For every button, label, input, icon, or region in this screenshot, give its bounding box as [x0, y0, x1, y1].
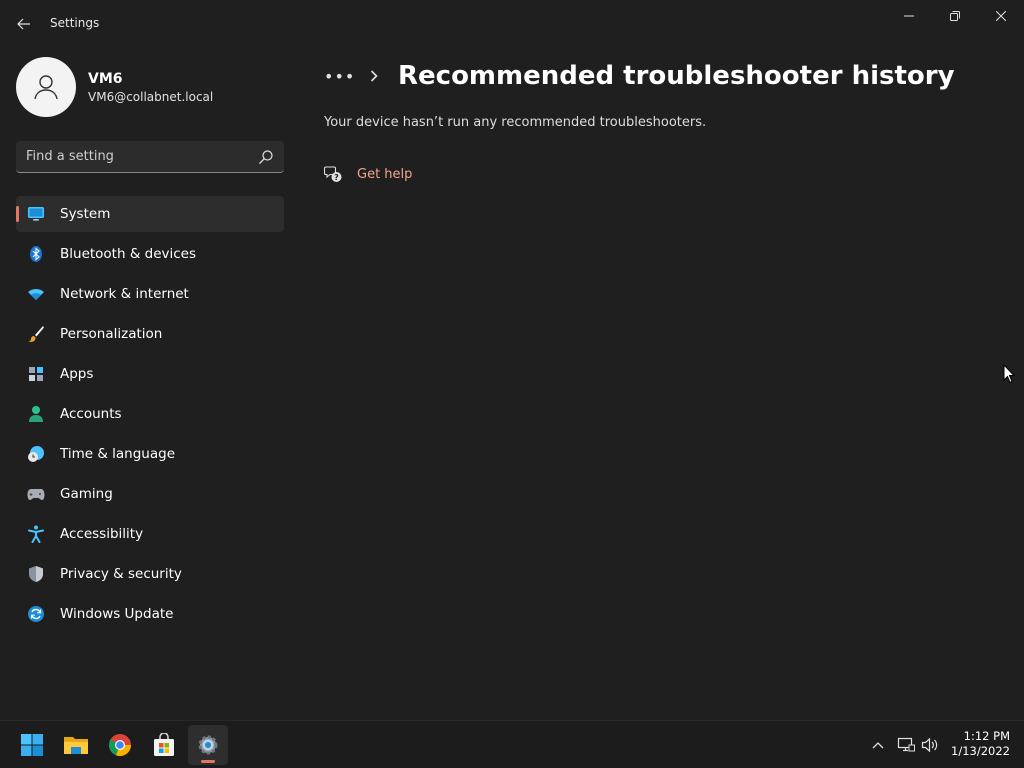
sidebar-item-windows-update[interactable]: Windows Update	[16, 596, 284, 632]
sidebar-item-label: Network & internet	[60, 286, 189, 302]
minimize-button[interactable]	[886, 4, 932, 28]
sidebar-item-privacy-security[interactable]: Privacy & security	[16, 556, 284, 592]
taskbar: 1:12 PM 1/13/2022	[0, 720, 1024, 768]
user-profile[interactable]: VM6 VM6@collabnet.local	[16, 57, 213, 117]
sidebar-item-apps[interactable]: Apps	[16, 356, 284, 392]
accessibility-icon	[27, 525, 45, 543]
store-button[interactable]	[144, 725, 184, 765]
back-arrow-icon	[17, 18, 30, 30]
apps-icon	[27, 365, 45, 383]
sidebar-item-label: Privacy & security	[60, 566, 182, 582]
system-monitor-icon	[27, 205, 45, 223]
sidebar-item-accessibility[interactable]: Accessibility	[16, 516, 284, 552]
search-icon[interactable]	[258, 149, 274, 165]
sidebar-item-label: Time & language	[60, 446, 176, 462]
volume-tray-button[interactable]	[920, 735, 940, 755]
chevron-right-icon	[370, 69, 382, 83]
taskbar-clock[interactable]: 1:12 PM 1/13/2022	[946, 729, 1010, 759]
sidebar-item-label: Bluetooth & devices	[60, 246, 197, 262]
avatar	[16, 57, 76, 117]
maximize-button[interactable]	[932, 4, 978, 28]
sidebar-item-label: Accessibility	[60, 526, 144, 542]
chrome-button[interactable]	[100, 725, 140, 765]
file-explorer-button[interactable]	[56, 725, 96, 765]
get-help-label: Get help	[357, 166, 413, 182]
shield-icon	[27, 565, 45, 583]
search-input[interactable]	[16, 149, 246, 164]
get-help-link[interactable]: ? Get help	[324, 164, 412, 184]
clock-globe-icon	[27, 445, 45, 463]
clock-time: 1:12 PM	[963, 729, 1010, 743]
close-button[interactable]	[978, 4, 1024, 28]
title-bar: Settings	[0, 0, 1024, 48]
chevron-up-icon	[872, 742, 884, 749]
wifi-icon	[27, 285, 45, 303]
app-title: Settings	[50, 16, 100, 30]
sidebar-item-label: Personalization	[60, 326, 163, 342]
sidebar-item-accounts[interactable]: Accounts	[16, 396, 284, 432]
sidebar-item-time-language[interactable]: Time & language	[16, 436, 284, 472]
sidebar-item-bluetooth[interactable]: Bluetooth & devices	[16, 236, 284, 272]
breadcrumb-overflow-button[interactable]: •••	[324, 67, 356, 86]
help-chat-icon: ?	[324, 166, 342, 182]
sidebar-item-label: Apps	[60, 366, 94, 382]
svg-text:?: ?	[334, 173, 339, 182]
file-explorer-icon	[64, 737, 88, 754]
show-hidden-icons-button[interactable]	[868, 735, 888, 755]
start-button[interactable]	[12, 725, 52, 765]
network-tray-button[interactable]	[896, 735, 916, 755]
start-icon	[21, 734, 43, 756]
page-title: Recommended troubleshooter history	[398, 61, 955, 91]
sidebar-item-label: System	[60, 206, 111, 222]
paintbrush-icon	[27, 325, 45, 343]
maximize-icon	[950, 11, 960, 21]
profile-email: VM6@collabnet.local	[88, 89, 214, 104]
sidebar-item-system[interactable]: System	[16, 196, 284, 232]
minimize-icon	[904, 15, 914, 17]
mouse-cursor-icon	[1003, 364, 1015, 384]
breadcrumb: ••• Recommended troubleshooter history	[324, 56, 955, 96]
accounts-icon	[27, 405, 45, 423]
sidebar-item-label: Gaming	[60, 486, 113, 502]
chrome-icon	[108, 734, 132, 757]
update-icon	[27, 605, 45, 623]
gamepad-icon	[27, 485, 45, 503]
profile-text: VM6 VM6@collabnet.local	[88, 70, 213, 105]
sidebar-nav: System Bluetooth & devices Network & int…	[16, 196, 284, 636]
back-button[interactable]	[12, 12, 36, 36]
sidebar-item-personalization[interactable]: Personalization	[16, 316, 284, 352]
volume-icon	[921, 737, 938, 753]
store-icon	[154, 733, 174, 756]
network-icon	[897, 737, 915, 752]
sidebar-item-gaming[interactable]: Gaming	[16, 476, 284, 512]
settings-taskbar-button[interactable]	[188, 725, 228, 765]
sidebar-item-label: Windows Update	[60, 606, 174, 622]
clock-date: 1/13/2022	[951, 744, 1010, 758]
person-icon	[34, 75, 58, 100]
settings-gear-icon	[198, 735, 218, 755]
sidebar-item-network[interactable]: Network & internet	[16, 276, 284, 312]
sidebar-item-label: Accounts	[60, 406, 122, 422]
search-box[interactable]	[16, 141, 284, 173]
bluetooth-icon	[27, 245, 45, 263]
close-icon	[996, 11, 1006, 21]
empty-history-message: Your device hasn’t run any recommended t…	[324, 115, 707, 130]
profile-name: VM6	[88, 70, 123, 87]
